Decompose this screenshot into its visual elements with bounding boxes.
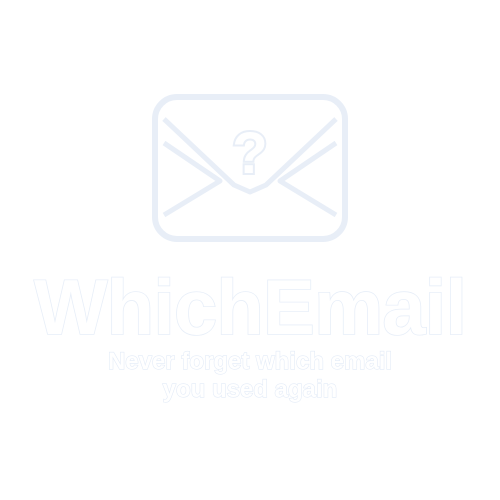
tagline-line-1: Never forget which email	[107, 347, 393, 375]
tagline-line-2: you used again	[162, 375, 338, 403]
splash-screen: ? WhichEmail Never forget which email yo…	[0, 0, 500, 500]
tagline: Never forget which email you used again	[0, 347, 500, 404]
question-mark-glyph: ?	[232, 121, 267, 186]
app-name: WhichEmail	[33, 262, 468, 352]
envelope-question-icon: ?	[152, 94, 348, 242]
